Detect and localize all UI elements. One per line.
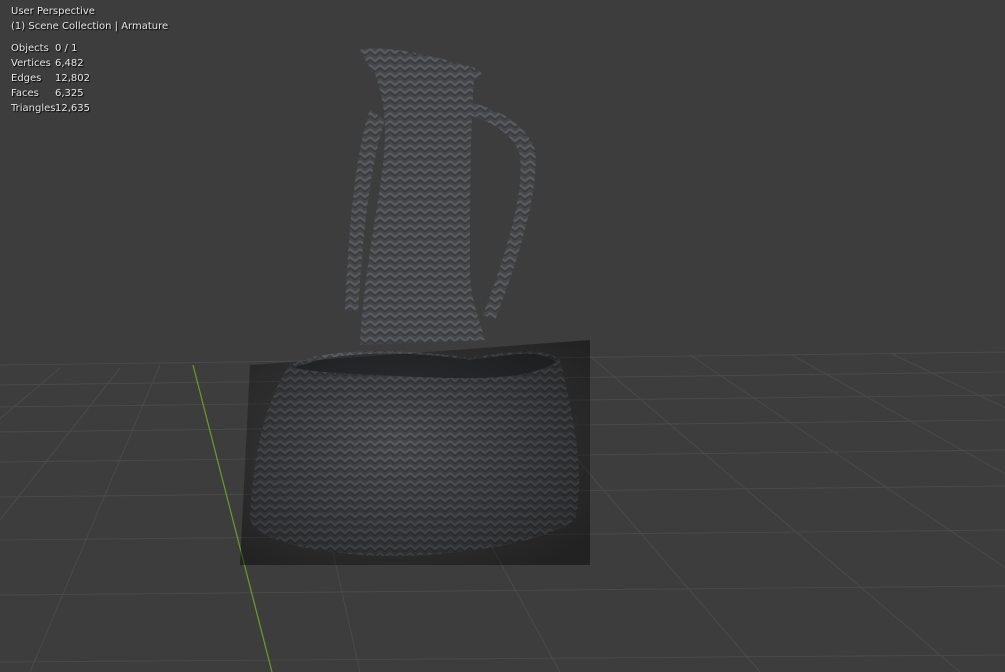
- collection-info: (1) Scene Collection | Armature: [11, 21, 169, 32]
- bag-mesh: [240, 48, 590, 565]
- stat-value-edges: 12,802: [55, 73, 90, 84]
- scene-statistics: Objects 0 / 1 Vertices 6,482 Edges 12,80…: [11, 41, 168, 116]
- stat-label-edges: Edges: [11, 73, 42, 84]
- stat-value-objects: 0 / 1: [55, 43, 78, 54]
- stat-label-objects: Objects: [11, 43, 49, 54]
- stat-value-vertices: 6,482: [55, 58, 84, 69]
- stat-label-faces: Faces: [11, 88, 39, 99]
- stat-value-triangles: 12,635: [55, 103, 90, 114]
- viewport-text-overlay: User Perspective (1) Scene Collection | …: [11, 4, 168, 116]
- 3d-viewport[interactable]: User Perspective (1) Scene Collection | …: [0, 0, 1005, 672]
- stat-label-triangles: Triangles: [11, 103, 56, 114]
- stat-label-vertices: Vertices: [11, 58, 51, 69]
- stat-value-faces: 6,325: [55, 88, 84, 99]
- view-name: User Perspective: [11, 6, 95, 17]
